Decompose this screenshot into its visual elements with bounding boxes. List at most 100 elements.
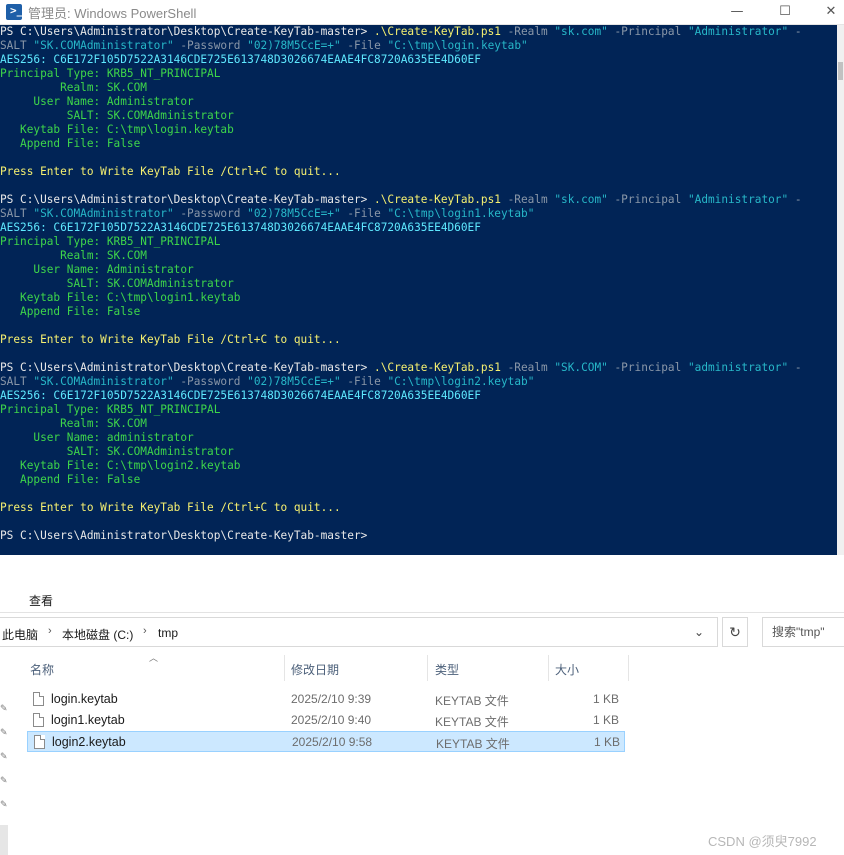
console-text: -Password xyxy=(173,39,248,52)
console-line: AES256: C6E172F105D7522A3146CDE725E61374… xyxy=(0,389,837,403)
console-line: Realm: SK.COM xyxy=(0,81,837,95)
file-type: KEYTAB 文件 xyxy=(435,715,509,729)
console-text: "SK.COMAdministrator" xyxy=(33,39,174,52)
column-divider[interactable] xyxy=(628,655,629,681)
console-text: -Password xyxy=(173,207,248,220)
console-line: SALT "SK.COMAdministrator" -Password "02… xyxy=(0,207,837,221)
nav-pane-scrollbar[interactable] xyxy=(0,825,8,855)
file-row[interactable]: login.keytab 2025/2/10 9:39 KEYTAB 文件 1 … xyxy=(27,689,625,710)
file-name: login1.keytab xyxy=(51,713,125,727)
console-line: Principal Type: KRB5_NT_PRINCIPAL xyxy=(0,235,837,249)
console-text: Press Enter to Write KeyTab File /Ctrl+C… xyxy=(0,333,341,346)
console-text: "C:\tmp\login.keytab" xyxy=(387,39,528,52)
file-type: KEYTAB 文件 xyxy=(435,694,509,708)
maximize-button[interactable]: ☐ xyxy=(762,0,808,24)
column-divider[interactable] xyxy=(548,655,549,681)
console-text: PS C:\Users\Administrator\Desktop\Create… xyxy=(0,529,368,542)
breadcrumb-tmp[interactable]: tmp xyxy=(158,626,178,640)
breadcrumb-chevron-icon[interactable]: › xyxy=(143,625,147,637)
breadcrumb-this-pc[interactable]: 此电脑 xyxy=(2,626,38,643)
pin-icon[interactable]: ✎ xyxy=(0,751,8,762)
console-text: Realm: SK.COM xyxy=(0,81,147,94)
console-text: "02)78M5CcE=+" xyxy=(247,39,341,52)
column-header-name[interactable]: 名称 xyxy=(30,661,54,678)
console-text: Principal Type: KRB5_NT_PRINCIPAL xyxy=(0,67,221,80)
console-text: .\Create-KeyTab.ps1 xyxy=(374,25,501,38)
refresh-button[interactable]: ↻ xyxy=(722,617,748,647)
console-scrollbar[interactable] xyxy=(837,25,844,555)
ribbon-tab-view[interactable]: 查看 xyxy=(29,592,53,609)
console-text: - xyxy=(788,361,802,374)
breadcrumb-local-disk[interactable]: 本地磁盘 (C:) xyxy=(62,626,133,643)
pin-icon[interactable]: ✎ xyxy=(0,703,8,714)
console-text: -Realm xyxy=(500,361,555,374)
console-text: User Name: Administrator xyxy=(0,263,194,276)
chevron-down-icon[interactable]: ⌄ xyxy=(694,625,704,639)
console-text: SALT: SK.COMAdministrator xyxy=(0,277,234,290)
console-text: PS C:\Users\Administrator\Desktop\Create… xyxy=(0,25,375,38)
file-name: login2.keytab xyxy=(52,735,126,749)
console-line: Press Enter to Write KeyTab File /Ctrl+C… xyxy=(0,501,837,515)
console-line: Press Enter to Write KeyTab File /Ctrl+C… xyxy=(0,333,837,347)
file-date: 2025/2/10 9:58 xyxy=(292,735,373,749)
console-text: SALT xyxy=(0,207,34,220)
console-text: -File xyxy=(340,39,388,52)
console-text: "C:\tmp\login2.keytab" xyxy=(387,375,535,388)
file-name: login.keytab xyxy=(51,692,118,706)
console-text: "02)78M5CcE=+" xyxy=(247,375,341,388)
file-size: 1 KB xyxy=(594,735,621,749)
console-line: AES256: C6E172F105D7522A3146CDE725E61374… xyxy=(0,221,837,235)
console-text: "Administrator" xyxy=(687,193,789,206)
close-button[interactable]: ✕ xyxy=(808,0,844,24)
column-divider[interactable] xyxy=(284,655,285,681)
console-text: Realm: SK.COM xyxy=(0,417,147,430)
console-text: SALT xyxy=(0,39,34,52)
console-scrollbar-thumb[interactable] xyxy=(838,62,843,80)
pin-icon[interactable]: ✎ xyxy=(0,799,8,810)
console-text: "SK.COMAdministrator" xyxy=(33,207,174,220)
console-text: PS C:\Users\Administrator\Desktop\Create… xyxy=(0,361,375,374)
console-text: Principal Type: KRB5_NT_PRINCIPAL xyxy=(0,235,221,248)
console-text: Append File: False xyxy=(0,137,141,150)
console-text: AES256: C6E172F105D7522A3146CDE725E61374… xyxy=(0,389,481,402)
console-text: -File xyxy=(340,375,388,388)
file-icon xyxy=(34,735,45,749)
console-line: SALT: SK.COMAdministrator xyxy=(0,445,837,459)
pin-icon[interactable]: ✎ xyxy=(0,727,8,738)
search-input[interactable]: 搜索"tmp" xyxy=(762,617,844,647)
console-line: SALT "SK.COMAdministrator" -Password "02… xyxy=(0,375,837,389)
file-type: KEYTAB 文件 xyxy=(436,737,510,751)
column-header-size[interactable]: 大小 xyxy=(555,661,579,678)
console-line: Realm: SK.COM xyxy=(0,417,837,431)
ribbon-divider xyxy=(0,612,844,613)
console-text: -Principal xyxy=(607,361,688,374)
console-output[interactable]: PS C:\Users\Administrator\Desktop\Create… xyxy=(0,25,837,543)
column-divider[interactable] xyxy=(427,655,428,681)
console-line: SALT "SK.COMAdministrator" -Password "02… xyxy=(0,39,837,53)
console-text: Principal Type: KRB5_NT_PRINCIPAL xyxy=(0,403,221,416)
console-text: PS C:\Users\Administrator\Desktop\Create… xyxy=(0,193,375,206)
console-text: "SK.COM" xyxy=(554,361,608,374)
column-header-date[interactable]: 修改日期 xyxy=(291,661,339,678)
console-line: Append File: False xyxy=(0,137,837,151)
column-header-type[interactable]: 类型 xyxy=(435,661,459,678)
minimize-button[interactable]: — xyxy=(714,0,760,24)
watermark: CSDN @须臾7992 xyxy=(708,834,817,849)
title-bar[interactable]: >_ 管理员: Windows PowerShell — ☐ ✕ xyxy=(0,0,844,25)
address-bar[interactable]: 此电脑 › 本地磁盘 (C:) › tmp ⌄ xyxy=(0,617,718,647)
breadcrumb-chevron-icon[interactable]: › xyxy=(48,625,52,637)
console-line: Keytab File: C:\tmp\login.keytab xyxy=(0,123,837,137)
console-text: SALT: SK.COMAdministrator xyxy=(0,109,234,122)
file-date: 2025/2/10 9:40 xyxy=(291,713,372,727)
console-text: SALT xyxy=(0,375,34,388)
console-text: User Name: administrator xyxy=(0,431,194,444)
console-text: - xyxy=(788,193,802,206)
file-row-selected[interactable]: login2.keytab 2025/2/10 9:58 KEYTAB 文件 1… xyxy=(27,731,625,752)
pin-icon[interactable]: ✎ xyxy=(0,775,8,786)
console-text: Keytab File: C:\tmp\login2.keytab xyxy=(0,459,241,472)
file-explorer: 查看 此电脑 › 本地磁盘 (C:) › tmp ⌄ ↻ 搜索"tmp" ︿ 名… xyxy=(0,555,844,855)
file-row[interactable]: login1.keytab 2025/2/10 9:40 KEYTAB 文件 1… xyxy=(27,710,625,731)
console-text: -File xyxy=(340,207,388,220)
